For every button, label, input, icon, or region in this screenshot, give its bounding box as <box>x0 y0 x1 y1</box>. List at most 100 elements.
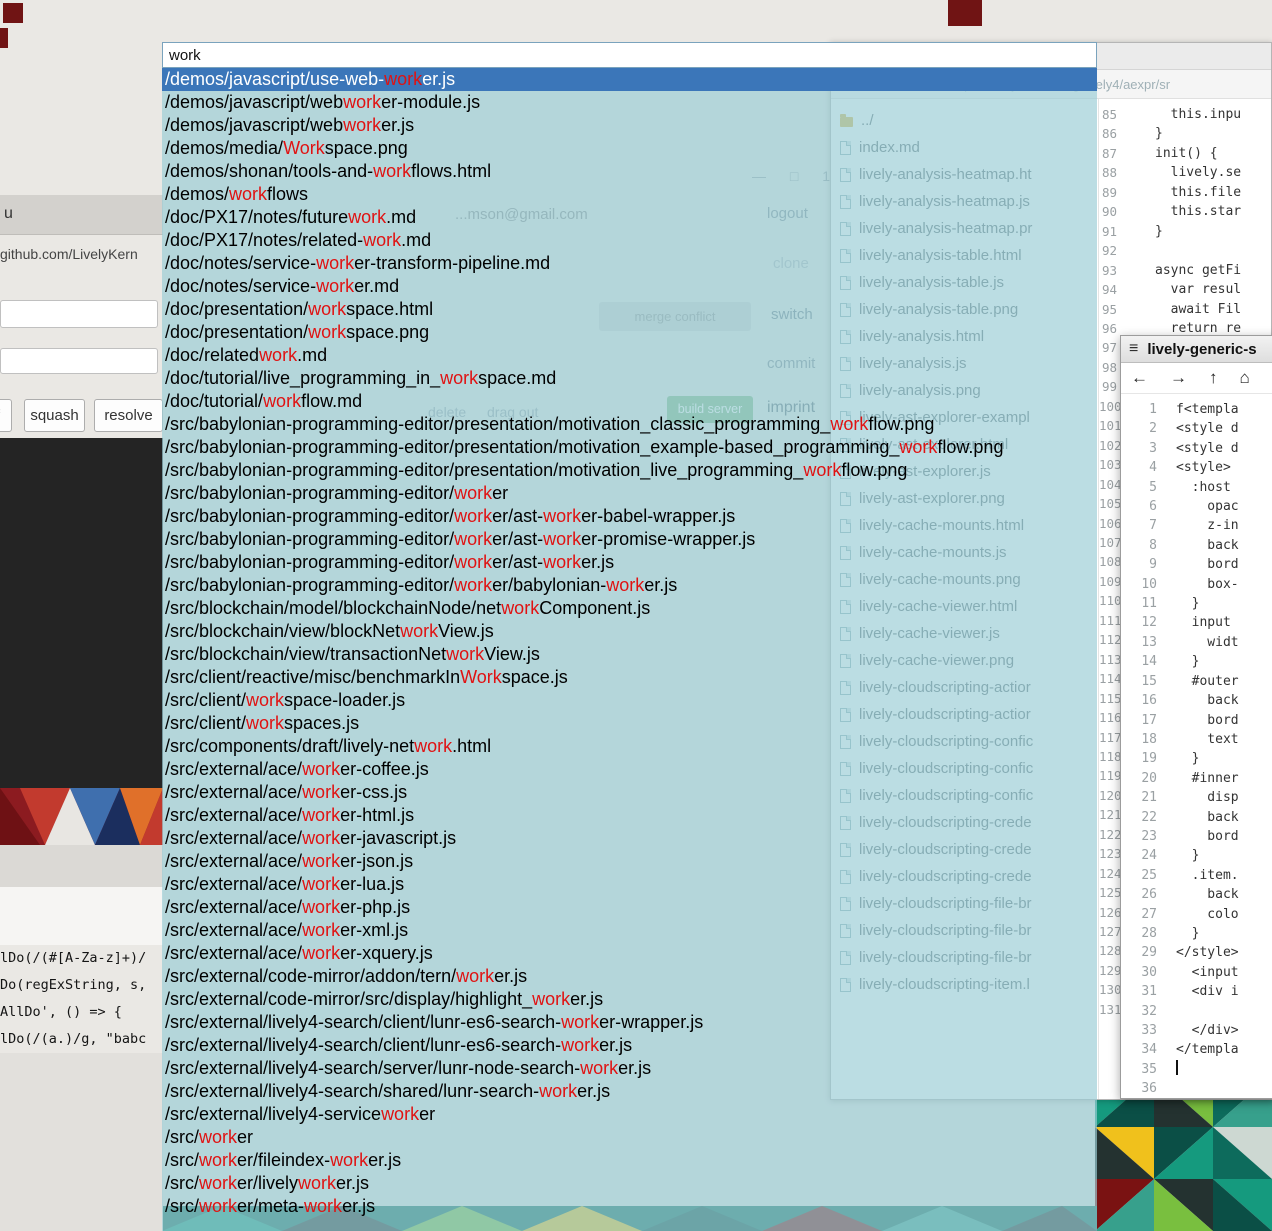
text-field[interactable] <box>0 348 158 374</box>
search-result-item[interactable]: /src/external/ace/worker-xquery.js <box>162 942 1097 965</box>
code-line[interactable]: 5 :host <box>1121 478 1272 497</box>
code-line[interactable]: 91} <box>1099 222 1271 241</box>
search-result-item[interactable]: /src/blockchain/model/blockchainNode/net… <box>162 597 1097 620</box>
up-icon[interactable]: ↑ <box>1209 368 1218 388</box>
code-line[interactable]: 95 await Fil <box>1099 300 1271 319</box>
search-result-item[interactable]: /src/external/code-mirror/src/display/hi… <box>162 988 1097 1011</box>
search-result-item[interactable]: /src/babylonian-programming-editor/prese… <box>162 436 1097 459</box>
code-line[interactable]: 32 <box>1121 1002 1272 1021</box>
code-line[interactable]: 21 disp <box>1121 788 1272 807</box>
search-result-item[interactable]: /doc/tutorial/workflow.md <box>162 390 1097 413</box>
search-result-item[interactable]: /src/babylonian-programming-editor/worke… <box>162 574 1097 597</box>
code-line[interactable]: 17 bord <box>1121 711 1272 730</box>
code-line[interactable]: 88 lively.se <box>1099 163 1271 182</box>
search-result-item[interactable]: /demos/shonan/tools-and-workflows.html <box>162 160 1097 183</box>
search-result-item[interactable]: /src/external/ace/worker-html.js <box>162 804 1097 827</box>
search-result-item[interactable]: /src/components/draft/lively-network.htm… <box>162 735 1097 758</box>
code-line[interactable]: 94 var resul <box>1099 280 1271 299</box>
squash-button[interactable]: squash <box>24 399 85 432</box>
search-result-item[interactable]: /src/external/ace/worker-xml.js <box>162 919 1097 942</box>
back-icon[interactable]: ← <box>1131 368 1148 388</box>
search-result-item[interactable]: /src/external/lively4-search/shared/lunr… <box>162 1080 1097 1103</box>
code-line[interactable]: 19 } <box>1121 749 1272 768</box>
forward-icon[interactable]: → <box>1170 368 1187 388</box>
code-line[interactable]: 13 widt <box>1121 633 1272 652</box>
search-result-item[interactable]: /src/external/lively4-serviceworker <box>162 1103 1097 1126</box>
search-result-item[interactable]: /doc/PX17/notes/related-work.md <box>162 229 1097 252</box>
search-result-item[interactable]: /src/external/ace/worker-json.js <box>162 850 1097 873</box>
code-line[interactable]: 10 box- <box>1121 575 1272 594</box>
code-line[interactable]: 25 .item. <box>1121 866 1272 885</box>
code-line[interactable]: 35 <box>1121 1060 1272 1079</box>
clipped-button[interactable]: f <box>0 399 12 432</box>
search-result-item[interactable]: /doc/relatedwork.md <box>162 344 1097 367</box>
search-result-item[interactable]: /src/blockchain/view/transactionNetworkV… <box>162 643 1097 666</box>
code-line[interactable]: 87init() { <box>1099 144 1271 163</box>
home-icon[interactable]: ⌂ <box>1240 368 1250 388</box>
code-line[interactable]: 6 opac <box>1121 497 1272 516</box>
search-result-item[interactable]: /demos/javascript/use-web-worker.js <box>162 68 1097 91</box>
search-result-item[interactable]: /doc/notes/service-worker-transform-pipe… <box>162 252 1097 275</box>
search-result-item[interactable]: /doc/PX17/notes/futurework.md <box>162 206 1097 229</box>
code-line[interactable]: 27 colo <box>1121 905 1272 924</box>
search-result-item[interactable]: /src/babylonian-programming-editor/worke… <box>162 482 1097 505</box>
search-result-item[interactable]: /demos/javascript/webworker-module.js <box>162 91 1097 114</box>
code-line[interactable]: 12 input <box>1121 613 1272 632</box>
code-line[interactable]: 33 </div> <box>1121 1021 1272 1040</box>
code-line[interactable]: 29</style> <box>1121 943 1272 962</box>
editor-titlebar[interactable]: ≡ lively-generic-s <box>1121 336 1272 363</box>
search-result-item[interactable]: /src/worker/meta-worker.js <box>162 1195 1097 1218</box>
search-result-item[interactable]: /src/worker/livelyworker.js <box>162 1172 1097 1195</box>
code-line[interactable]: 30 <input <box>1121 963 1272 982</box>
search-result-item[interactable]: /src/babylonian-programming-editor/prese… <box>162 413 1097 436</box>
code-line[interactable]: 1f<templa <box>1121 400 1272 419</box>
search-result-item[interactable]: /src/worker <box>162 1126 1097 1149</box>
search-result-item[interactable]: /src/babylonian-programming-editor/worke… <box>162 505 1097 528</box>
search-result-item[interactable]: /src/external/ace/worker-coffee.js <box>162 758 1097 781</box>
code-line[interactable]: 14 } <box>1121 652 1272 671</box>
search-result-item[interactable]: /src/worker/fileindex-worker.js <box>162 1149 1097 1172</box>
text-field[interactable] <box>0 300 158 328</box>
code-line[interactable]: 11 } <box>1121 594 1272 613</box>
code-line[interactable]: 23 bord <box>1121 827 1272 846</box>
template-code-editor[interactable]: 1f<templa2<style d3<style d4<style>5 :ho… <box>1121 394 1272 1098</box>
search-result-item[interactable]: /src/client/reactive/misc/benchmarkInWor… <box>162 666 1097 689</box>
code-line[interactable]: 90 this.star <box>1099 202 1271 221</box>
code-line[interactable]: 36 <box>1121 1079 1272 1098</box>
search-result-item[interactable]: /src/external/code-mirror/addon/tern/wor… <box>162 965 1097 988</box>
code-line[interactable]: 16 back <box>1121 691 1272 710</box>
code-line[interactable]: 3<style d <box>1121 439 1272 458</box>
code-line[interactable]: 22 back <box>1121 808 1272 827</box>
code-line[interactable]: 89 this.file <box>1099 183 1271 202</box>
search-result-item[interactable]: /src/external/ace/worker-javascript.js <box>162 827 1097 850</box>
search-result-item[interactable]: /src/external/lively4-search/server/lunr… <box>162 1057 1097 1080</box>
code-line[interactable]: 15 #outer <box>1121 672 1272 691</box>
search-result-item[interactable]: /src/babylonian-programming-editor/worke… <box>162 528 1097 551</box>
search-result-item[interactable]: /src/babylonian-programming-editor/worke… <box>162 551 1097 574</box>
repo-link[interactable]: github.com/LivelyKern <box>0 246 163 262</box>
search-result-item[interactable]: /src/client/workspace-loader.js <box>162 689 1097 712</box>
search-result-item[interactable]: /src/babylonian-programming-editor/prese… <box>162 459 1097 482</box>
search-result-item[interactable]: /demos/media/Workspace.png <box>162 137 1097 160</box>
code-line[interactable]: 26 back <box>1121 885 1272 904</box>
search-input[interactable] <box>162 42 1097 68</box>
search-result-item[interactable]: /src/blockchain/view/blockNetworkView.js <box>162 620 1097 643</box>
code-line[interactable]: 85 this.inpu <box>1099 105 1271 124</box>
search-result-item[interactable]: /doc/presentation/workspace.png <box>162 321 1097 344</box>
search-result-item[interactable]: /src/client/workspaces.js <box>162 712 1097 735</box>
search-result-item[interactable]: /demos/javascript/webworker.js <box>162 114 1097 137</box>
code-line[interactable]: 34</templa <box>1121 1040 1272 1059</box>
code-line[interactable]: 7 z-in <box>1121 516 1272 535</box>
code-line[interactable]: 28 } <box>1121 924 1272 943</box>
resolve-button[interactable]: resolve <box>94 399 163 432</box>
code-line[interactable]: 31 <div i <box>1121 982 1272 1001</box>
code-line[interactable]: 92 <box>1099 241 1271 260</box>
code-line[interactable]: 20 #inner <box>1121 769 1272 788</box>
search-result-item[interactable]: /src/external/lively4-search/client/lunr… <box>162 1011 1097 1034</box>
search-result-item[interactable]: /doc/tutorial/live_programming_in_worksp… <box>162 367 1097 390</box>
code-line[interactable]: 9 bord <box>1121 555 1272 574</box>
code-line[interactable]: 24 } <box>1121 846 1272 865</box>
code-line[interactable]: 8 back <box>1121 536 1272 555</box>
search-result-item[interactable]: /doc/notes/service-worker.md <box>162 275 1097 298</box>
hamburger-menu-icon[interactable]: ≡ <box>1129 340 1138 358</box>
